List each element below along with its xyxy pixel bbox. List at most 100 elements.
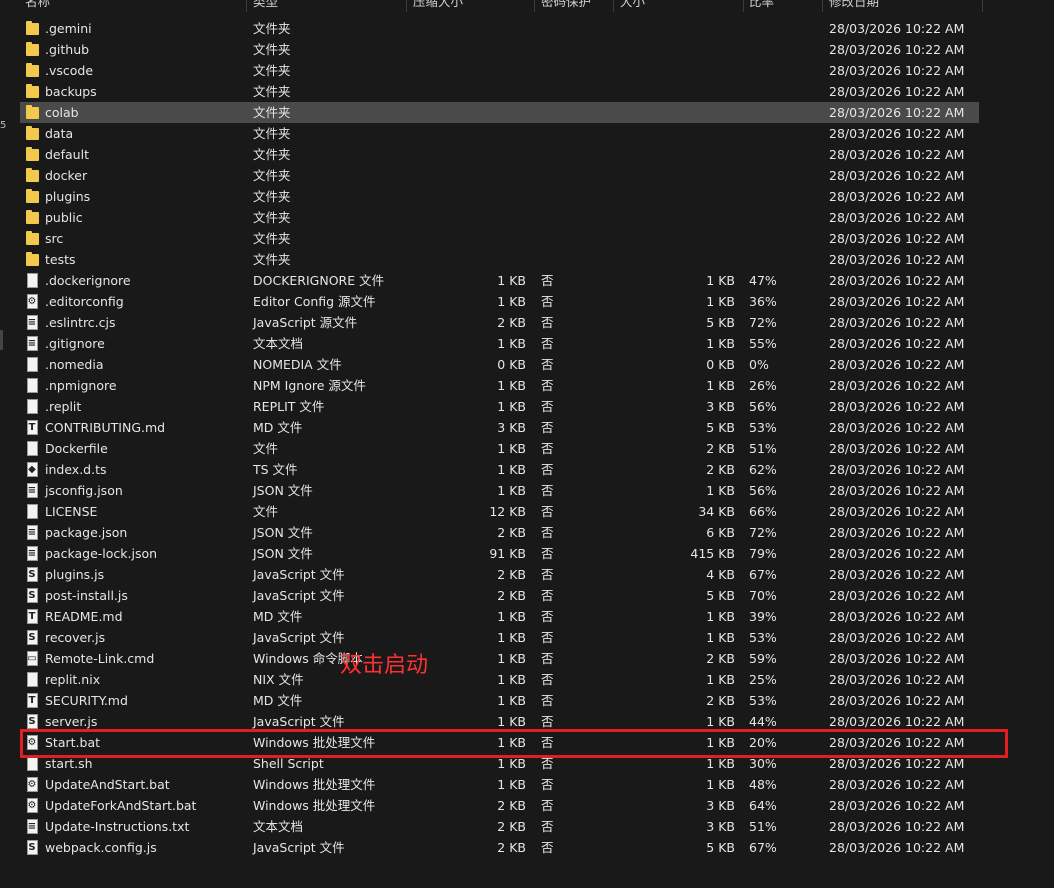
file-type: 文件 [253,504,279,519]
file-row[interactable]: LICENSE 文件 12 KB 否 34 KB 66% 28/03/2026 10:22 … [20,501,979,522]
file-type: 文件夹 [253,84,291,99]
file-row[interactable]: .npmignore NPM Ignore 源文件 1 KB 否 1 KB 26% 28/0… [20,375,979,396]
file-row[interactable]: ⚙ UpdateAndStart.bat Windows 批处理文件 1 KB 否 1 K… [20,774,979,795]
file-row[interactable]: ≡ package.json JSON 文件 2 KB 否 6 KB 72% 28/03/20… [20,522,979,543]
markdown-file-icon: T [25,608,39,625]
file-row[interactable]: src 文件夹 28/03/2026 10:22 AM [20,228,979,249]
left-pane-scroll-marker[interactable] [0,330,3,350]
encrypted-flag: 否 [541,273,554,288]
file-row[interactable]: .dockerignore DOCKERIGNORE 文件 1 KB 否 1 KB 47%… [20,270,979,291]
file-type: NOMEDIA 文件 [253,357,342,372]
file-row[interactable]: ◆ index.d.ts TS 文件 1 KB 否 2 KB 62% 28/03/2026 1… [20,459,979,480]
packed-size [420,123,526,144]
file-row[interactable]: colab 文件夹 28/03/2026 10:22 AM [20,102,979,123]
file-row[interactable]: ≡ .gitignore 文本文档 1 KB 否 1 KB 55% 28/03/2026 10… [20,333,979,354]
file-row[interactable]: default 文件夹 28/03/2026 10:22 AM [20,144,979,165]
column-ratio-header[interactable]: 比率 [749,0,774,10]
file-icon [25,398,39,415]
column-divider[interactable] [406,0,407,12]
packed-size [420,102,526,123]
file-row[interactable]: tests 文件夹 28/03/2026 10:22 AM [20,249,979,270]
file-row[interactable]: .github 文件夹 28/03/2026 10:22 AM [20,39,979,60]
file-row[interactable]: T SECURITY.md MD 文件 1 KB 否 2 KB 53% 28/03/2026 … [20,690,979,711]
column-divider[interactable] [982,0,983,12]
file-row[interactable]: Swebpack.config.js JavaScript 文件 2 KB 否 5 KB… [20,837,979,858]
column-type-header[interactable]: 类型 [253,0,278,10]
file-row[interactable]: .nomedia NOMEDIA 文件 0 KB 否 0 KB 0% 28/03/2026 … [20,354,979,375]
file-row[interactable]: ▭ Remote-Link.cmd Windows 命令脚本 1 KB 否 2 KB 59%… [20,648,979,669]
column-packed-size-header[interactable]: 压缩大小 [413,0,463,10]
file-name: .gemini [45,21,92,36]
encrypted-flag: 否 [541,546,554,561]
compression-ratio: 26% [749,378,777,393]
packed-size: 2 KB [497,315,526,330]
file-row[interactable]: ≡ .eslintrc.cjs JavaScript 源文件 2 KB 否 5 KB 72%… [20,312,979,333]
file-row[interactable]: ≡ package-lock.json JSON 文件 91 KB 否 415 KB 79%… [20,543,979,564]
file-row[interactable]: Spost-install.js JavaScript 文件 2 KB 否 5 KB 70… [20,585,979,606]
column-name-header[interactable]: 名称 [25,0,50,10]
file-name: Update-Instructions.txt [45,819,190,834]
file-name: .editorconfig [45,294,124,309]
batch-file-icon: ⚙ [27,798,38,813]
file-row[interactable]: .replit REPLIT 文件 1 KB 否 3 KB 56% 28/03/2026 1… [20,396,979,417]
file-size: 3 KB [706,399,735,414]
file-row[interactable]: backups 文件夹 28/03/2026 10:22 AM [20,81,979,102]
modified-date: 28/03/2026 10:22 AM [829,567,965,582]
packed-size: 0 KB [497,357,526,372]
file-row[interactable]: docker 文件夹 28/03/2026 10:22 AM [20,165,979,186]
file-type: JavaScript 文件 [253,588,345,603]
column-divider[interactable] [822,0,823,12]
file-name: .npmignore [45,378,117,393]
file-row[interactable]: ⚙ UpdateForkAndStart.bat Windows 批处理文件 2 KB… [20,795,979,816]
file-row[interactable]: data 文件夹 28/03/2026 10:22 AM [20,123,979,144]
json-file-icon: ≡ [27,546,38,561]
packed-size: 1 KB [497,483,526,498]
file-row[interactable]: public 文件夹 28/03/2026 10:22 AM [20,207,979,228]
column-modified-header[interactable]: 修改日期 [829,0,879,10]
file-row[interactable]: Dockerfile 文件 1 KB 否 2 KB 51% 28/03/2026 10:22… [20,438,979,459]
file-size: 6 KB [706,525,735,540]
file-row[interactable]: .gemini 文件夹 28/03/2026 10:22 AM [20,18,979,39]
file-row[interactable]: T CONTRIBUTING.md MD 文件 3 KB 否 5 KB 53% 28/03/2… [20,417,979,438]
modified-date: 28/03/2026 10:22 AM [829,84,965,99]
column-divider[interactable] [743,0,744,12]
file-row[interactable]: T README.md MD 文件 1 KB 否 1 KB 39% 28/03/2026 10… [20,606,979,627]
column-encrypted-header[interactable]: 密码保护 [541,0,591,10]
file-row[interactable]: plugins 文件夹 28/03/2026 10:22 AM [20,186,979,207]
file-row[interactable]: Srecover.js JavaScript 文件 1 KB 否 1 KB 53% 28/0… [20,627,979,648]
file-row[interactable]: .vscode 文件夹 28/03/2026 10:22 AM [20,60,979,81]
column-divider[interactable] [246,0,247,12]
modified-date: 28/03/2026 10:22 AM [829,399,965,414]
packed-size: 1 KB [497,273,526,288]
file-icon [25,356,39,373]
file-row[interactable]: ≡ Update-Instructions.txt 文本文档 2 KB 否 3 KB 51%… [20,816,979,837]
packed-size: 1 KB [497,462,526,477]
file-name: default [45,147,89,162]
file-row[interactable]: ≡ jsconfig.json JSON 文件 1 KB 否 1 KB 56% 28/03/2… [20,480,979,501]
file-type: JavaScript 文件 [253,630,345,645]
encrypted-flag: 否 [541,441,554,456]
encrypted-flag: 否 [541,798,554,813]
modified-date: 28/03/2026 10:22 AM [829,147,965,162]
file-name: plugins [45,189,91,204]
file-row[interactable]: Splugins.js JavaScript 文件 2 KB 否 4 KB 67% 28/0… [20,564,979,585]
encrypted-flag: 否 [541,462,554,477]
file-size [620,207,735,228]
file-name: Dockerfile [45,441,108,456]
file-size [620,60,735,81]
file-row[interactable]: ⚙ .editorconfig Editor Config 源文件 1 KB 否 1 KB… [20,291,979,312]
packed-size [420,60,526,81]
file-size: 34 KB [698,504,735,519]
column-header: 名称 类型 压缩大小 密码保护 大小 比率 修改日期 [0,0,1054,12]
packed-size: 91 KB [489,546,526,561]
file-row[interactable]: replit.nix NIX 文件 1 KB 否 1 KB 25% 28/03/2026 1… [20,669,979,690]
compression-ratio: 55% [749,336,777,351]
packed-size [420,228,526,249]
column-divider[interactable] [534,0,535,12]
column-divider[interactable] [613,0,614,12]
packed-size: 1 KB [497,651,526,666]
file-name: SECURITY.md [45,693,128,708]
column-size-header[interactable]: 大小 [620,0,645,10]
modified-date: 28/03/2026 10:22 AM [829,105,965,120]
modified-date: 28/03/2026 10:22 AM [829,546,965,561]
